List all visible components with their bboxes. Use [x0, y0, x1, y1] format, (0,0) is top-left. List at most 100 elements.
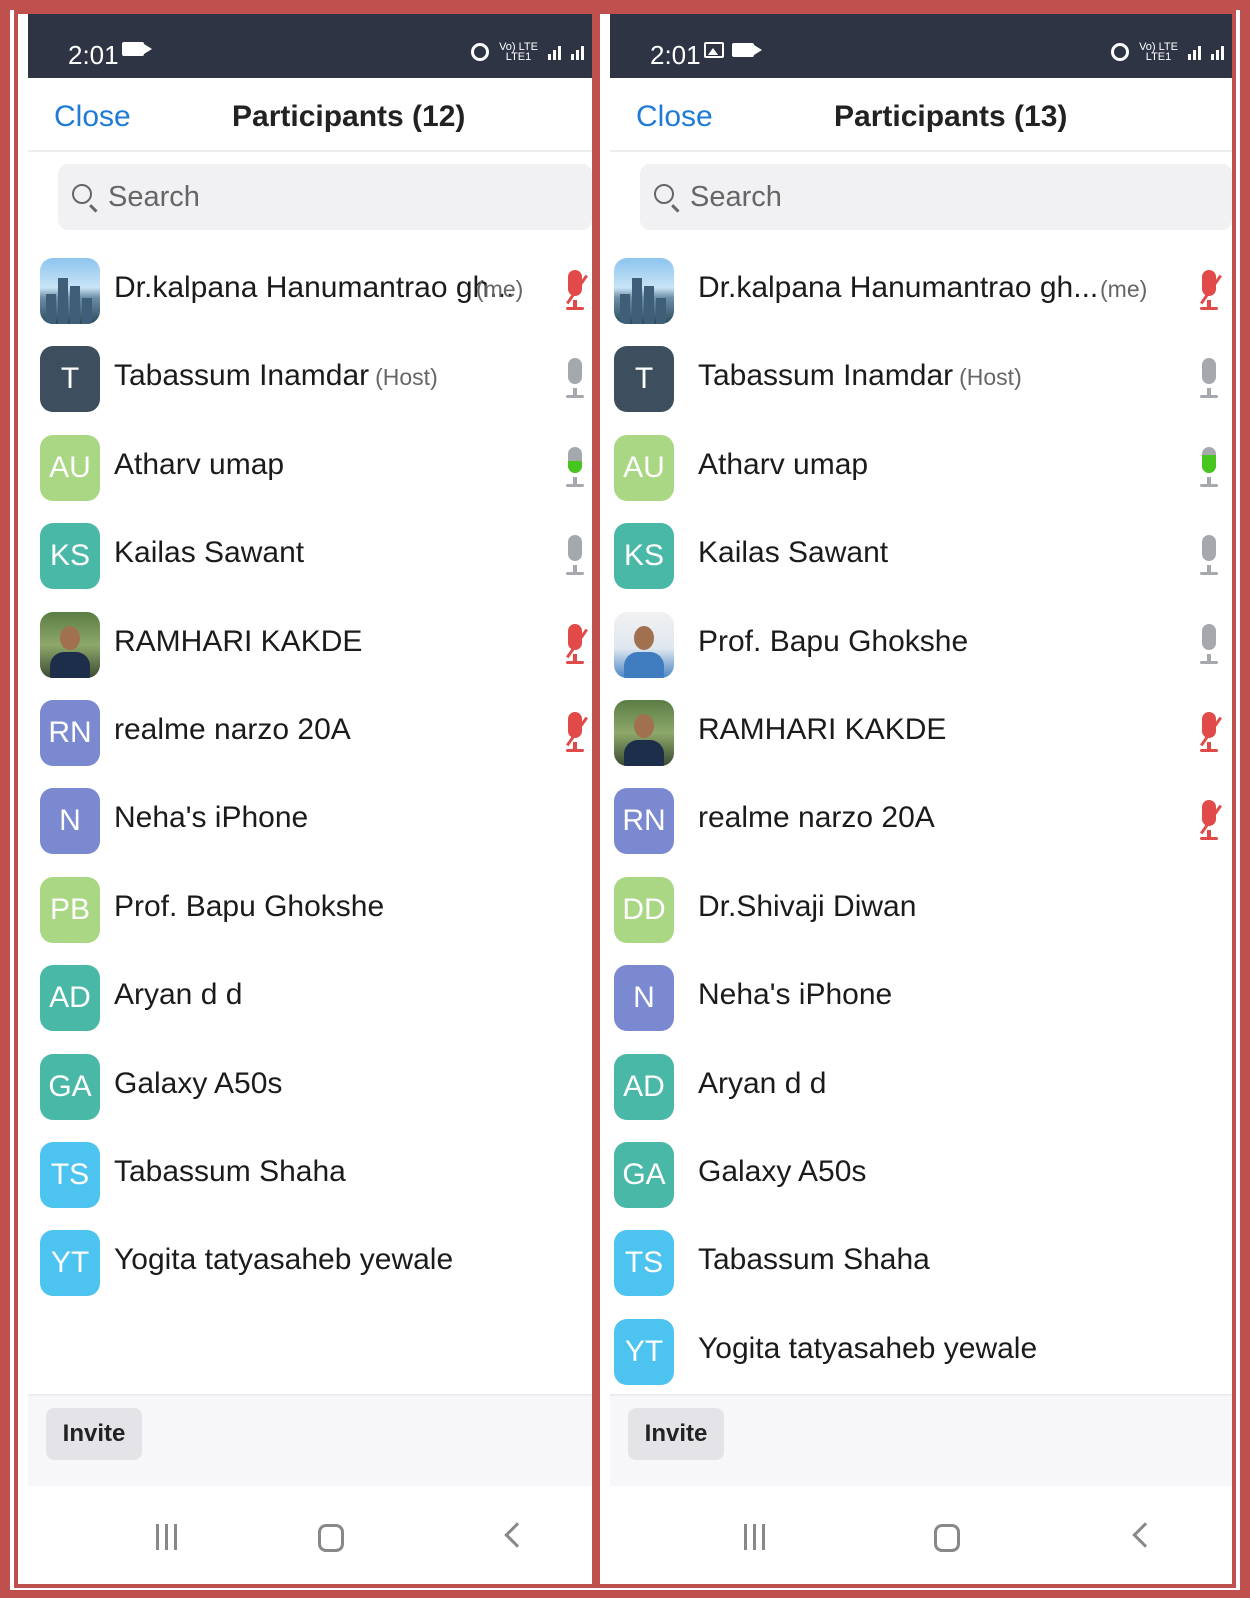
participant-name: Galaxy A50s — [114, 1067, 282, 1101]
participant-row[interactable]: PB Prof. Bapu Ghokshe — [18, 865, 592, 953]
participant-name: realme narzo 20A — [698, 801, 935, 835]
participant-row[interactable]: RAMHARI KAKDE — [600, 688, 1232, 776]
participant-name-text: RAMHARI KAKDE — [114, 624, 363, 658]
avatar: PB — [40, 876, 100, 943]
participant-row[interactable]: GA Galaxy A50s — [600, 1130, 1232, 1218]
participant-name: Galaxy A50s — [698, 1155, 866, 1189]
home-icon[interactable] — [934, 1524, 960, 1552]
avatar: T — [614, 346, 674, 413]
participant-name-text: Galaxy A50s — [114, 1066, 283, 1100]
status-time: 2:01 — [68, 40, 119, 70]
recent-apps-icon[interactable] — [156, 1524, 177, 1550]
participant-row[interactable]: RN realme narzo 20A — [600, 776, 1232, 864]
participant-row[interactable]: GA Galaxy A50s — [18, 1042, 592, 1130]
participant-row[interactable]: AU Atharv umap — [18, 423, 592, 511]
recent-apps-icon[interactable] — [744, 1524, 765, 1550]
search-bar[interactable] — [640, 164, 1232, 230]
alarm-clock-icon — [1111, 43, 1130, 61]
page-title: Participants (12) — [232, 100, 466, 133]
participant-name-text: realme narzo 20A — [698, 801, 935, 835]
participant-row[interactable]: KS Kailas Sawant — [18, 511, 592, 599]
participant-name-text: Prof. Bapu Ghokshe — [698, 624, 969, 658]
participant-name: Aryan d d — [698, 1067, 826, 1101]
participant-name: Dr.kalpana Hanumantrao gh... — [114, 271, 514, 305]
microphone-muted-icon — [566, 711, 588, 754]
avatar: RN — [614, 788, 674, 855]
participant-row[interactable]: AU Atharv umap — [600, 423, 1232, 511]
participant-list: Dr.kalpana Hanumantrao gh... (me) T Tabassu… — [18, 246, 592, 1307]
signal-bars-icon — [548, 44, 561, 60]
search-icon — [654, 184, 674, 204]
participant-row[interactable]: T Tabassum Inamdar (Host) — [18, 334, 592, 422]
video-camera-icon — [122, 42, 152, 56]
panel-header: Close Participants (12) — [28, 78, 592, 152]
participant-row[interactable]: RAMHARI KAKDE — [18, 600, 592, 688]
participant-row[interactable]: N Neha's iPhone — [18, 776, 592, 864]
participant-row[interactable]: AD Aryan d d — [600, 1042, 1232, 1130]
participant-row[interactable]: Prof. Bapu Ghokshe — [600, 600, 1232, 688]
avatar: KS — [40, 523, 100, 590]
invite-button[interactable]: Invite — [628, 1408, 724, 1460]
participant-name: realme narzo 20A — [114, 713, 351, 747]
participant-name-text: realme narzo 20A — [114, 712, 351, 746]
participant-name-text: Yogita tatyasaheb yewale — [114, 1243, 454, 1277]
avatar: AD — [614, 1053, 674, 1120]
participant-row[interactable]: N Neha's iPhone — [600, 953, 1232, 1041]
invite-bar: Invite — [610, 1394, 1232, 1486]
alarm-clock-icon — [471, 43, 490, 61]
home-icon[interactable] — [318, 1524, 344, 1552]
avatar: YT — [40, 1230, 100, 1297]
participant-row[interactable]: YT Yogita tatyasaheb yewale — [600, 1307, 1232, 1395]
participant-name-text: Kailas Sawant — [698, 536, 889, 570]
participant-row[interactable]: T Tabassum Inamdar (Host) — [600, 334, 1232, 422]
participant-row[interactable]: Dr.kalpana Hanumantrao gh... (me) — [18, 246, 592, 334]
participant-row[interactable]: YT Yogita tatyasaheb yewale — [18, 1218, 592, 1306]
back-chevron-icon[interactable] — [504, 1522, 530, 1548]
microphone-icon — [1200, 446, 1218, 489]
participant-name: Prof. Bapu Ghokshe — [698, 625, 968, 659]
microphone-muted-icon — [1200, 800, 1222, 842]
participant-row[interactable]: TS Tabassum Shaha — [600, 1218, 1232, 1306]
signal-bars-icon — [1188, 44, 1201, 60]
avatar-photo — [614, 611, 674, 678]
search-input[interactable] — [108, 174, 428, 220]
participant-row[interactable]: KS Kailas Sawant — [600, 511, 1232, 599]
participant-name-text: Atharv umap — [698, 447, 869, 481]
avatar: AD — [40, 965, 100, 1032]
participant-row[interactable]: TS Tabassum Shaha — [18, 1130, 592, 1218]
avatar: AU — [40, 434, 100, 501]
close-button[interactable]: Close — [54, 100, 131, 134]
search-icon — [72, 184, 92, 204]
back-chevron-icon[interactable] — [1132, 1522, 1158, 1548]
host-badge: (Host) — [375, 364, 438, 391]
invite-button[interactable]: Invite — [46, 1408, 142, 1460]
microphone-muted-icon — [1200, 711, 1222, 754]
avatar: TS — [40, 1141, 100, 1208]
avatar: GA — [614, 1141, 674, 1208]
avatar: AU — [614, 434, 674, 501]
participant-row[interactable]: RN realme narzo 20A — [18, 688, 592, 776]
microphone-icon — [1200, 535, 1218, 577]
participant-row[interactable]: AD Aryan d d — [18, 953, 592, 1041]
avatar: YT — [614, 1318, 674, 1385]
participant-row[interactable]: DD Dr.Shivaji Diwan — [600, 865, 1232, 953]
participant-name: Prof. Bapu Ghokshe — [114, 890, 384, 924]
search-bar[interactable] — [58, 164, 592, 230]
me-badge: (me) — [1100, 276, 1148, 302]
participant-name-text: Dr.kalpana Hanumantrao gh... — [114, 271, 515, 304]
close-button[interactable]: Close — [636, 100, 713, 134]
microphone-icon — [566, 358, 584, 400]
avatar: DD — [614, 876, 674, 943]
microphone-muted-icon — [566, 270, 588, 312]
me-badge: (me) — [476, 276, 524, 302]
participant-name: Kailas Sawant — [114, 536, 304, 570]
participant-name-text: RAMHARI KAKDE — [698, 712, 947, 746]
avatar: GA — [40, 1053, 100, 1120]
participant-list: Dr.kalpana Hanumantrao gh... (me) T Tabassu… — [600, 246, 1232, 1395]
search-input[interactable] — [690, 174, 1010, 220]
participant-row[interactable]: Dr.kalpana Hanumantrao gh... (me) — [600, 246, 1232, 334]
participant-name-text: Tabassum Inamdar — [114, 359, 370, 393]
page-title: Participants (13) — [834, 100, 1068, 133]
invite-bar: Invite — [28, 1394, 592, 1486]
avatar-photo — [40, 258, 100, 324]
